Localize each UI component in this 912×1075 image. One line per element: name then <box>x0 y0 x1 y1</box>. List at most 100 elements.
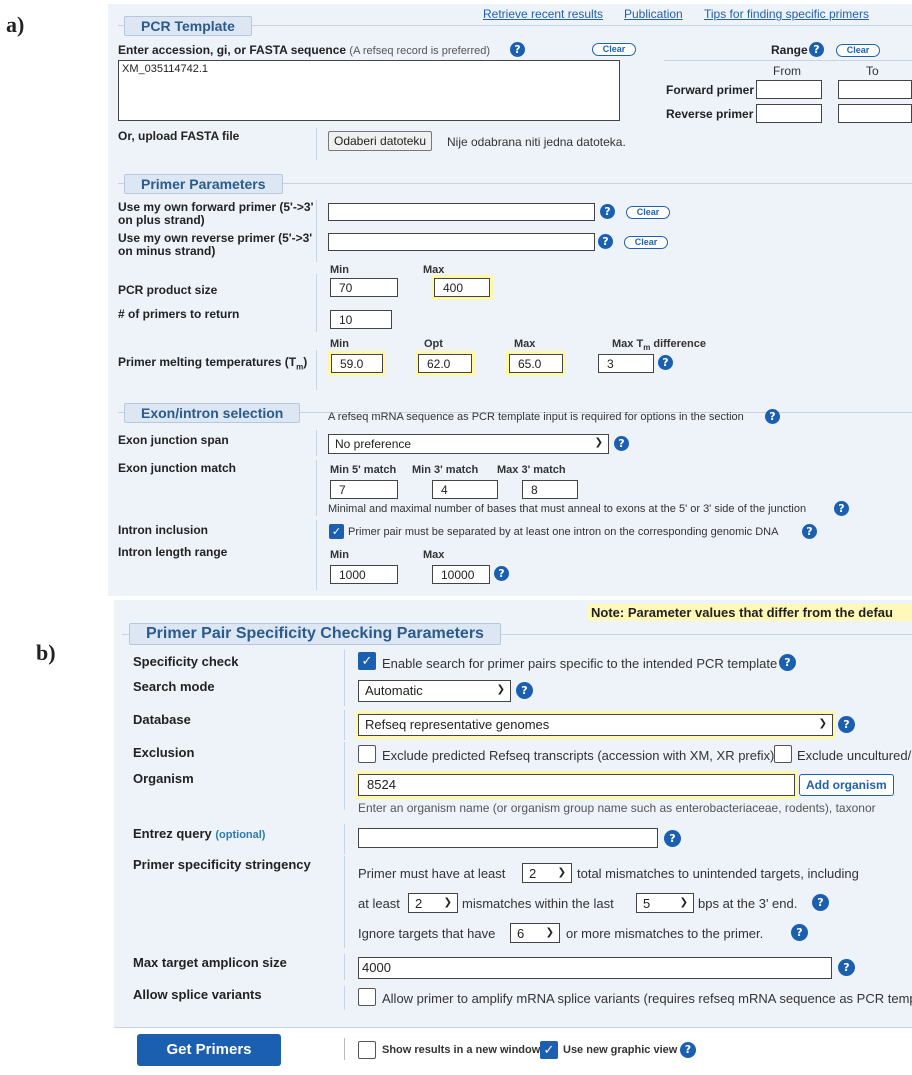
clear-range-button[interactable]: Clear <box>836 44 880 57</box>
clear-sequence-button[interactable]: Clear <box>592 43 636 56</box>
stringency-text2c: bps at the 3' end. <box>698 896 798 911</box>
tm-diff-input[interactable]: 3 <box>598 354 654 373</box>
intron-text: Primer pair must be separated by at leas… <box>348 526 779 538</box>
mode-label: Search mode <box>133 679 215 694</box>
check-label: Specificity check <box>133 654 239 669</box>
stringency-text2a: at least <box>358 896 400 911</box>
tm-min-input[interactable]: 59.0 <box>331 354 383 373</box>
new-window-checkbox[interactable] <box>358 1041 376 1059</box>
last-mismatch-select[interactable]: 2 ❯ <box>408 893 458 913</box>
len-min-label: Min <box>330 549 349 561</box>
total-mismatch-select[interactable]: 2 ❯ <box>522 863 572 883</box>
match-label: Exon junction match <box>118 461 237 475</box>
check-help-icon[interactable]: ? <box>779 654 796 671</box>
publication-link[interactable]: Publication <box>624 7 683 21</box>
get-primers-button[interactable]: Get Primers <box>137 1034 281 1066</box>
splice-checkbox[interactable] <box>358 988 376 1006</box>
specificity-legend: Primer Pair Specificity Checking Paramet… <box>129 623 501 645</box>
last-bps-select[interactable]: 5 ❯ <box>636 893 694 913</box>
len-min-input[interactable]: 1000 <box>330 565 398 584</box>
tm-max-input[interactable]: 65.0 <box>509 354 563 373</box>
range-label: Range <box>771 43 808 57</box>
max-label: Max <box>423 264 445 276</box>
graphic-help-icon[interactable]: ? <box>680 1042 696 1058</box>
max3-input[interactable]: 8 <box>522 480 578 499</box>
intron-help-icon[interactable]: ? <box>802 524 817 539</box>
forward-to-input[interactable] <box>838 80 912 99</box>
reverse-to-input[interactable] <box>838 104 912 123</box>
span-help-icon[interactable]: ? <box>614 436 629 451</box>
mode-help-icon[interactable]: ? <box>516 682 533 699</box>
graphic-view-checkbox[interactable]: ✓ <box>540 1041 558 1059</box>
forward-from-input[interactable] <box>756 80 822 99</box>
organism-input[interactable]: 8524 <box>358 774 795 796</box>
len-max-input[interactable]: 10000 <box>432 565 490 584</box>
span-label: Exon junction span <box>118 433 229 447</box>
db-help-icon[interactable]: ? <box>838 716 855 733</box>
max-tm-diff-label: Max Tm difference <box>612 338 706 353</box>
length-help-icon[interactable]: ? <box>494 566 509 581</box>
tips-link[interactable]: Tips for finding specific primers <box>704 7 869 21</box>
product-size-label: PCR product size <box>118 283 218 297</box>
amplicon-input[interactable]: 4000 <box>358 957 832 979</box>
num-primers-input[interactable]: 10 <box>330 310 392 329</box>
splice-label: Allow splice variants <box>133 987 262 1002</box>
excl-uncultured-checkbox[interactable] <box>774 745 792 763</box>
own-reverse-label: Use my own reverse primer (5'->3' on min… <box>118 231 313 258</box>
new-window-text: Show results in a new window <box>382 1044 541 1056</box>
entrez-label: Entrez query (optional) <box>133 826 266 842</box>
excl-predicted-checkbox[interactable] <box>358 745 376 763</box>
melting-label: Primer melting temperatures (Tm) <box>118 355 308 372</box>
tm-opt-input[interactable]: 62.0 <box>418 354 472 373</box>
to-label: To <box>866 64 879 78</box>
reverse-help-icon[interactable]: ? <box>598 234 613 249</box>
choose-file-button[interactable]: Odaberi datoteku <box>328 131 433 151</box>
clear-forward-button[interactable]: Clear <box>626 206 670 219</box>
primer-params-legend: Primer Parameters <box>124 174 283 194</box>
entrez-input[interactable] <box>358 828 658 848</box>
label-b: b) <box>36 640 56 665</box>
splice-text: Allow primer to amplify mRNA splice vari… <box>382 991 912 1006</box>
span-select[interactable]: No preference ❯ <box>328 434 609 454</box>
file-status: Nije odabrana niti jedna datoteka. <box>447 135 626 149</box>
tm-help-icon[interactable]: ? <box>658 355 673 370</box>
specificity-checkbox[interactable]: ✓ <box>358 652 376 670</box>
db-label: Database <box>133 712 191 727</box>
retrieve-link[interactable]: Retrieve recent results <box>483 7 603 21</box>
exon-help-icon[interactable]: ? <box>765 409 780 424</box>
product-max-input[interactable]: 400 <box>434 278 490 297</box>
mode-select[interactable]: Automatic ❯ <box>358 680 511 702</box>
own-forward-input[interactable] <box>328 203 595 221</box>
intron-checkbox[interactable]: ✓ <box>329 524 344 539</box>
stringency-label: Primer specificity stringency <box>133 857 311 872</box>
db-select[interactable]: Refseq representative genomes ❯ <box>358 714 833 736</box>
help-icon[interactable]: ? <box>510 42 525 57</box>
sequence-textarea[interactable]: XM_035114742.1 <box>118 60 620 121</box>
min5-input[interactable]: 7 <box>330 480 398 499</box>
entrez-help-icon[interactable]: ? <box>664 830 681 847</box>
reverse-from-input[interactable] <box>756 104 822 123</box>
forward-help-icon[interactable]: ? <box>600 204 615 219</box>
min3-label: Min 3' match <box>412 464 479 476</box>
excl-text1: Exclude predicted Refseq transcripts (ac… <box>382 748 775 763</box>
check-text: Enable search for primer pairs specific … <box>382 656 778 671</box>
excl-text2: Exclude uncultured/ <box>797 748 912 763</box>
clear-reverse-button[interactable]: Clear <box>624 236 668 249</box>
exon-legend: Exon/intron selection <box>124 403 301 423</box>
tm-min-label: Min <box>330 338 349 350</box>
excl-label: Exclusion <box>133 745 195 760</box>
match-help-icon[interactable]: ? <box>834 501 849 516</box>
add-organism-button[interactable]: Add organism <box>799 774 894 796</box>
stringency-help-icon[interactable]: ? <box>812 894 829 911</box>
own-reverse-input[interactable] <box>328 233 595 251</box>
product-min-input[interactable]: 70 <box>330 278 398 297</box>
own-forward-label: Use my own forward primer (5'->3' on plu… <box>118 200 314 227</box>
label-a: a) <box>6 12 25 37</box>
ignore-help-icon[interactable]: ? <box>791 924 808 941</box>
num-primers-label: # of primers to return <box>118 307 240 321</box>
amplicon-help-icon[interactable]: ? <box>838 959 855 976</box>
ignore-select[interactable]: 6 ❯ <box>510 923 560 943</box>
min3-input[interactable]: 4 <box>432 480 498 499</box>
range-help-icon[interactable]: ? <box>809 42 824 57</box>
default-note: Note: Parameter values that differ from … <box>587 604 912 621</box>
